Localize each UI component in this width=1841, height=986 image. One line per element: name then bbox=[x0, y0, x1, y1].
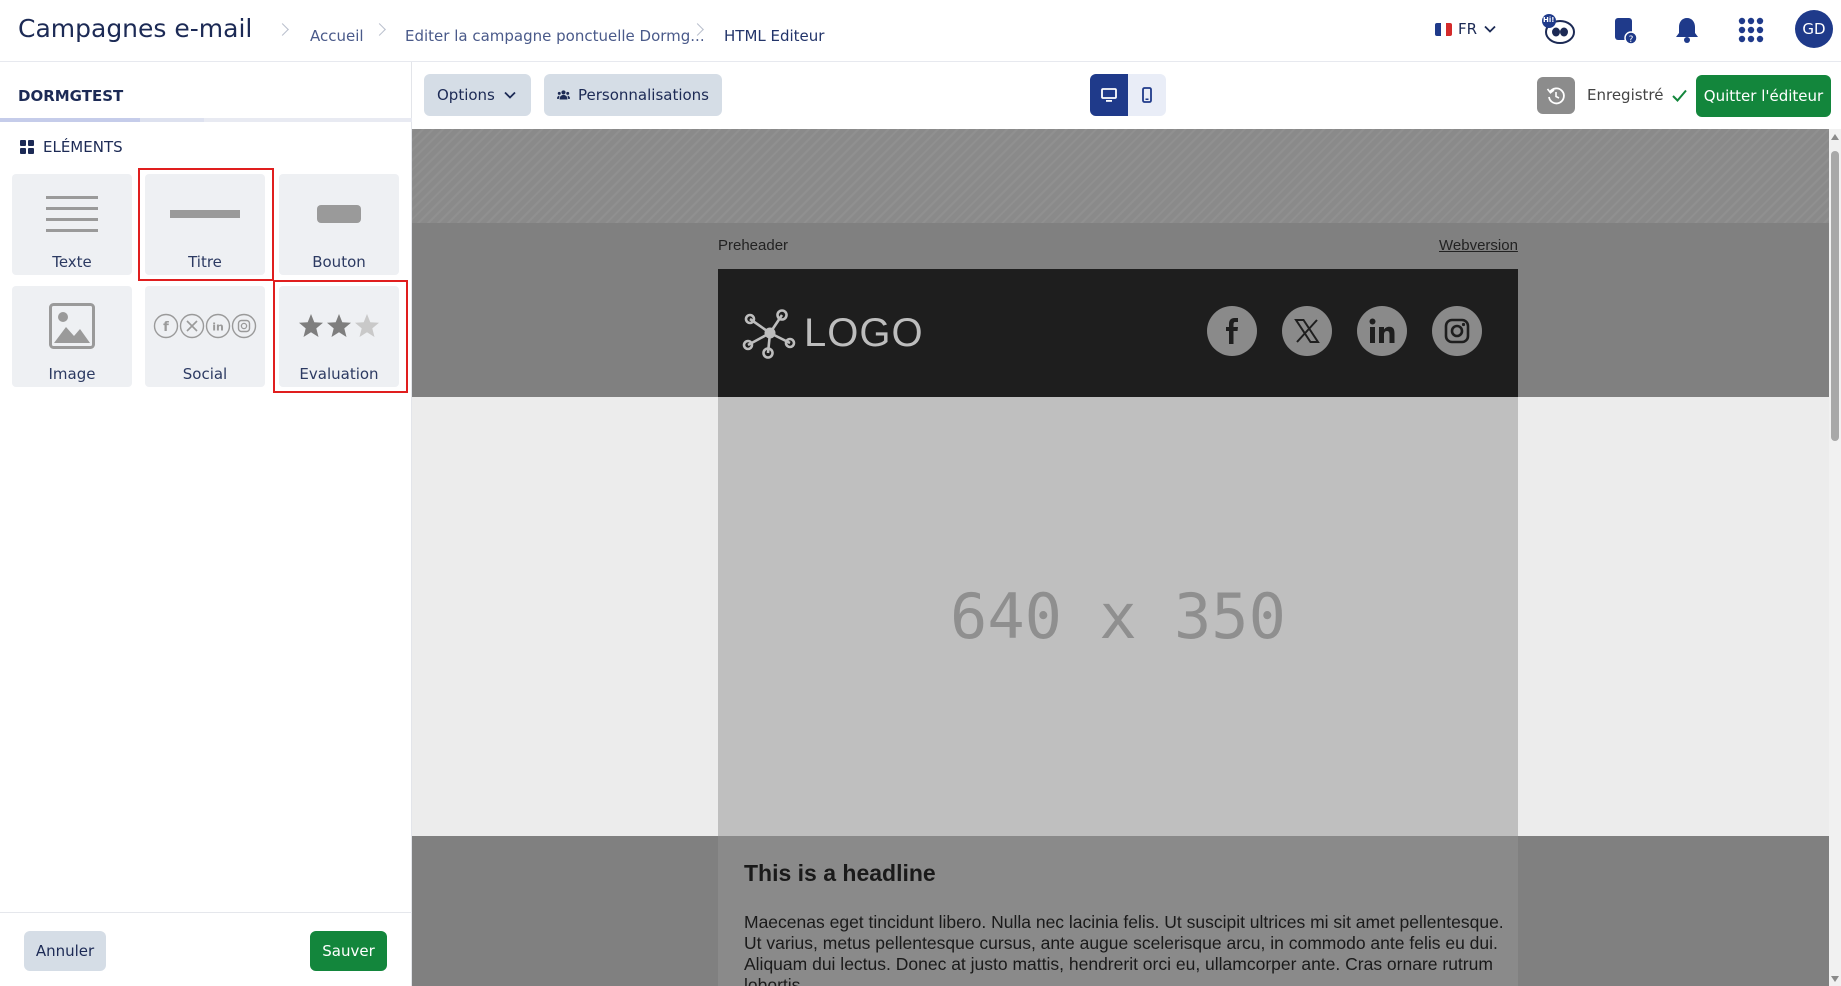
network-logo-icon bbox=[742, 309, 796, 359]
element-tile-label: Bouton bbox=[312, 253, 366, 271]
instagram-icon[interactable] bbox=[1432, 306, 1482, 356]
element-tile-label: Image bbox=[48, 365, 96, 383]
social-icons-icon: f in bbox=[153, 313, 257, 339]
canvas-top-band bbox=[412, 129, 1829, 223]
breadcrumb-campaign[interactable]: Editer la campagne ponctuelle Dormg... bbox=[405, 27, 705, 45]
scroll-thumb[interactable] bbox=[1831, 151, 1839, 441]
desktop-icon bbox=[1101, 88, 1117, 102]
elements-section-label: ELÉMENTS bbox=[43, 138, 123, 156]
language-selector[interactable]: FR bbox=[1435, 20, 1497, 38]
elements-section-header: ELÉMENTS bbox=[20, 138, 123, 156]
cancel-button[interactable]: Annuler bbox=[24, 931, 106, 971]
element-tile-label: Texte bbox=[52, 253, 92, 271]
sidebar-footer: Annuler Sauver bbox=[0, 912, 412, 986]
elements-sidebar: DORMGTEST ELÉMENTS Texte Titre Bouton Im… bbox=[0, 62, 412, 986]
logo-text: LOGO bbox=[804, 310, 924, 355]
email-header-block[interactable]: LOGO bbox=[718, 269, 1518, 397]
svg-text:?: ? bbox=[1629, 35, 1634, 45]
hero-placeholder-text: 640 x 350 bbox=[950, 580, 1286, 653]
check-icon bbox=[1671, 89, 1687, 102]
history-button[interactable] bbox=[1537, 77, 1575, 114]
preheader-text[interactable]: Preheader bbox=[718, 237, 788, 254]
element-tile-label: Social bbox=[182, 365, 228, 383]
save-status-label: Enregistré bbox=[1587, 86, 1664, 104]
history-icon bbox=[1546, 87, 1565, 104]
save-status: Enregistré bbox=[1587, 86, 1687, 104]
flag-fr-icon bbox=[1435, 22, 1452, 36]
element-tile-image[interactable]: Image bbox=[12, 286, 132, 387]
text-content-block[interactable]: This is a headline Maecenas eget tincidu… bbox=[718, 836, 1518, 986]
sidebar-title: DORMGTEST bbox=[18, 87, 124, 105]
hero-image-placeholder[interactable]: 640 x 350 bbox=[718, 397, 1518, 836]
breadcrumb-separator-icon bbox=[276, 23, 289, 36]
desktop-view-button[interactable] bbox=[1090, 74, 1128, 116]
scroll-up-icon[interactable] bbox=[1831, 134, 1839, 140]
x-twitter-icon[interactable] bbox=[1282, 306, 1332, 356]
logo: LOGO bbox=[742, 305, 924, 361]
quit-editor-button[interactable]: Quitter l'éditeur bbox=[1696, 75, 1831, 117]
personalization-button[interactable]: Personnalisations bbox=[544, 74, 722, 116]
text-lines-icon bbox=[46, 196, 98, 232]
blocks-grid-icon bbox=[20, 140, 34, 154]
highlight-box-rating bbox=[273, 280, 408, 393]
options-label: Options bbox=[437, 86, 495, 104]
canvas-scrollbar[interactable] bbox=[1829, 129, 1841, 986]
help-doc-icon[interactable]: ? bbox=[1607, 12, 1643, 48]
users-icon bbox=[557, 90, 570, 100]
breadcrumb-home[interactable]: Accueil bbox=[310, 27, 364, 45]
assistant-icon[interactable]: Hi! bbox=[1540, 12, 1576, 48]
sidebar-tab-indicator bbox=[0, 118, 412, 122]
personalization-label: Personnalisations bbox=[578, 86, 709, 104]
app-title: Campagnes e-mail bbox=[18, 14, 253, 43]
avatar[interactable]: GD bbox=[1795, 10, 1833, 48]
mobile-icon bbox=[1142, 87, 1152, 103]
mobile-view-button[interactable] bbox=[1128, 74, 1166, 116]
assistant-badge: Hi! bbox=[1543, 16, 1555, 24]
apps-grid-icon[interactable] bbox=[1733, 12, 1769, 48]
button-shape-icon bbox=[317, 205, 361, 223]
element-tile-social[interactable]: f in Social bbox=[145, 286, 265, 387]
webversion-link[interactable]: Webversion bbox=[1439, 237, 1518, 254]
scroll-down-icon[interactable] bbox=[1831, 976, 1839, 982]
email-canvas[interactable]: Preheader Webversion LOGO 640 x 350 This… bbox=[412, 129, 1829, 986]
language-code: FR bbox=[1458, 20, 1478, 38]
svg-text:in: in bbox=[212, 321, 224, 334]
bell-icon[interactable] bbox=[1669, 12, 1705, 48]
editor-toolbar: Options Personnalisations Enregistré Qui… bbox=[412, 62, 1841, 129]
options-button[interactable]: Options bbox=[424, 74, 531, 116]
content-headline[interactable]: This is a headline bbox=[744, 860, 936, 887]
linkedin-icon[interactable] bbox=[1357, 306, 1407, 356]
hero-row: 640 x 350 bbox=[412, 397, 1829, 836]
element-tile-button[interactable]: Bouton bbox=[279, 174, 399, 275]
chevron-down-icon bbox=[1484, 25, 1496, 33]
breadcrumb-current: HTML Editeur bbox=[724, 27, 825, 45]
top-bar: Campagnes e-mail Accueil Editer la campa… bbox=[0, 0, 1841, 62]
element-tile-text[interactable]: Texte bbox=[12, 174, 132, 275]
save-button[interactable]: Sauver bbox=[310, 931, 387, 971]
image-icon bbox=[49, 303, 95, 349]
device-preview-toggle bbox=[1090, 74, 1166, 116]
facebook-icon[interactable] bbox=[1207, 306, 1257, 356]
svg-text:f: f bbox=[163, 320, 169, 335]
highlight-box-title bbox=[138, 168, 274, 281]
chevron-down-icon bbox=[504, 91, 516, 99]
content-body[interactable]: Maecenas eget tincidunt libero. Nulla ne… bbox=[744, 912, 1504, 986]
breadcrumb-separator-icon bbox=[373, 23, 386, 36]
